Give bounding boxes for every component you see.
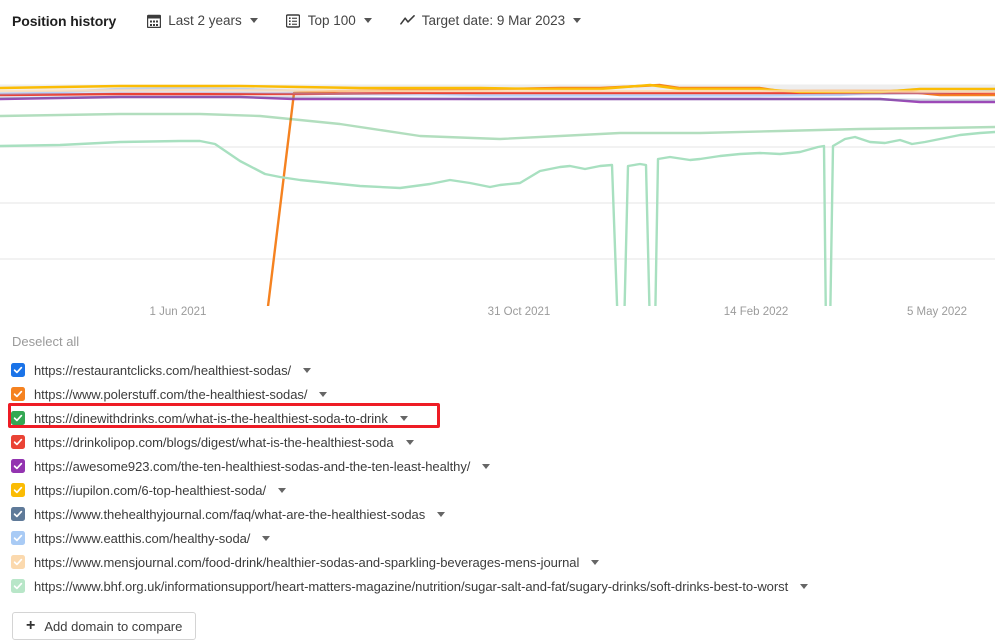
chart-x-axis: 1 Jun 2021 31 Oct 2021 14 Feb 2022 5 May 20…: [0, 306, 995, 328]
legend-item[interactable]: https://restaurantclicks.com/healthiest-…: [11, 358, 995, 382]
x-axis-tick-label: 5 May 2022: [906, 306, 968, 318]
legend-list: https://restaurantclicks.com/healthiest-…: [11, 358, 995, 598]
legend-item-url[interactable]: https://iupilon.com/6-top-healthiest-sod…: [34, 483, 266, 498]
legend-item-url[interactable]: https://www.mensjournal.com/food-drink/h…: [34, 555, 579, 570]
deselect-all-link[interactable]: Deselect all: [12, 334, 79, 349]
chevron-down-icon[interactable]: [800, 583, 809, 589]
chevron-down-icon[interactable]: [437, 511, 446, 517]
legend-checkbox[interactable]: [11, 411, 25, 425]
toolbar: Position history Last 2 years Top 100 Ta…: [0, 0, 995, 41]
chart-line: [0, 95, 995, 102]
add-domain-button[interactable]: + Add domain to compare: [12, 612, 197, 640]
chevron-down-icon[interactable]: [405, 439, 414, 445]
legend-checkbox[interactable]: [11, 435, 25, 449]
legend-item-url[interactable]: https://awesome923.com/the-ten-healthies…: [34, 459, 470, 474]
target-date-label: Target date: 9 Mar 2023: [421, 13, 566, 28]
page-title: Position history: [12, 12, 117, 29]
chart-line: [0, 112, 995, 141]
chart-canvas[interactable]: [0, 41, 995, 306]
chart-legend: Deselect all https://restaurantclicks.co…: [0, 328, 995, 598]
chevron-down-icon[interactable]: [591, 559, 600, 565]
legend-item-url[interactable]: https://www.bhf.org.uk/informationsuppor…: [34, 579, 788, 594]
chevron-down-icon[interactable]: [482, 463, 491, 469]
legend-item[interactable]: https://www.mensjournal.com/food-drink/h…: [11, 550, 995, 574]
list-icon: [286, 13, 301, 28]
legend-item[interactable]: https://www.eatthis.com/healthy-soda/: [11, 526, 995, 550]
legend-checkbox[interactable]: [11, 507, 25, 521]
legend-item[interactable]: https://dinewithdrinks.com/what-is-the-h…: [11, 406, 995, 430]
plus-icon: +: [26, 617, 36, 634]
legend-checkbox[interactable]: [11, 579, 25, 593]
legend-checkbox[interactable]: [11, 531, 25, 545]
date-range-selector[interactable]: Last 2 years: [146, 13, 258, 28]
chevron-down-icon[interactable]: [278, 487, 287, 493]
chart-line: [266, 83, 995, 306]
legend-checkbox[interactable]: [11, 555, 25, 569]
trend-line-icon: [399, 13, 415, 28]
chevron-down-icon[interactable]: [363, 18, 372, 23]
x-axis-tick-label: 14 Feb 2022: [723, 306, 789, 318]
legend-checkbox[interactable]: [11, 459, 25, 473]
chart-gridlines: [0, 84, 995, 260]
legend-item[interactable]: https://iupilon.com/6-top-healthiest-sod…: [11, 478, 995, 502]
calendar-icon: [146, 13, 161, 28]
chevron-down-icon[interactable]: [249, 18, 258, 23]
legend-item-url[interactable]: https://www.eatthis.com/healthy-soda/: [34, 531, 250, 546]
legend-item[interactable]: https://www.polerstuff.com/the-healthies…: [11, 382, 995, 406]
legend-item[interactable]: https://awesome923.com/the-ten-healthies…: [11, 454, 995, 478]
date-range-label: Last 2 years: [168, 13, 242, 28]
target-date-selector[interactable]: Target date: 9 Mar 2023: [399, 13, 582, 28]
footer: + Add domain to compare: [0, 598, 995, 640]
legend-item[interactable]: https://www.thehealthyjournal.com/faq/wh…: [11, 502, 995, 526]
legend-item-url[interactable]: https://dinewithdrinks.com/what-is-the-h…: [34, 411, 388, 426]
x-axis-tick-label: 31 Oct 2021: [487, 306, 551, 318]
legend-checkbox[interactable]: [11, 363, 25, 377]
legend-item-url[interactable]: https://restaurantclicks.com/healthiest-…: [34, 363, 291, 378]
chevron-down-icon[interactable]: [303, 367, 312, 373]
chart-series-group: [0, 83, 995, 306]
add-domain-label: Add domain to compare: [44, 618, 183, 634]
legend-item[interactable]: https://drinkolipop.com/blogs/digest/wha…: [11, 430, 995, 454]
chevron-down-icon[interactable]: [319, 391, 328, 397]
chevron-down-icon[interactable]: [262, 535, 271, 541]
position-history-chart[interactable]: [0, 41, 995, 306]
top-positions-selector[interactable]: Top 100: [286, 13, 372, 28]
x-axis-tick-label: 1 Jun 2021: [149, 306, 207, 318]
legend-item-url[interactable]: https://drinkolipop.com/blogs/digest/wha…: [34, 435, 394, 450]
legend-item[interactable]: https://www.bhf.org.uk/informationsuppor…: [11, 574, 995, 598]
chevron-down-icon[interactable]: [399, 415, 408, 421]
chart-line: [0, 130, 995, 306]
legend-checkbox[interactable]: [11, 483, 25, 497]
legend-checkbox[interactable]: [11, 387, 25, 401]
top-positions-label: Top 100: [307, 13, 356, 28]
legend-item-url[interactable]: https://www.polerstuff.com/the-healthies…: [34, 387, 307, 402]
legend-item-url[interactable]: https://www.thehealthyjournal.com/faq/wh…: [34, 507, 425, 522]
chevron-down-icon[interactable]: [573, 18, 582, 23]
